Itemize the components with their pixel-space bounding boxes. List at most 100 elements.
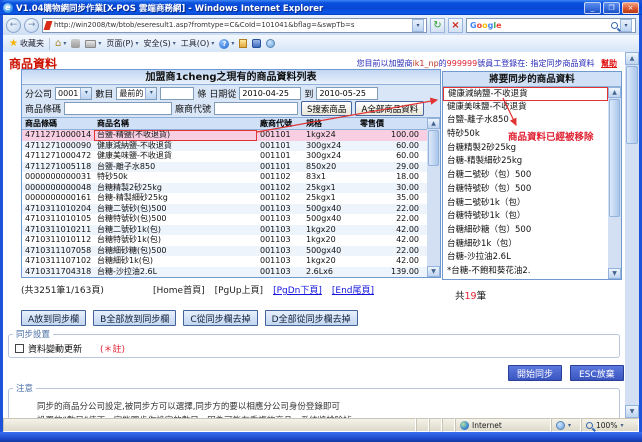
- date-from-input[interactable]: [239, 87, 301, 100]
- table-scrollbar[interactable]: ▲ ▼: [427, 118, 440, 277]
- table-row[interactable]: 4710311010105台糖特號砂(包)500001103500gx4022.…: [22, 214, 427, 225]
- table-row[interactable]: 4710311010204台糖二號砂(包)500001103500gx4022.…: [22, 204, 427, 215]
- menu-security[interactable]: 安全(S)▾: [143, 38, 175, 49]
- feed-icon[interactable]: [71, 39, 80, 48]
- barcode-input[interactable]: [64, 102, 172, 115]
- add-to-sync-button[interactable]: A放到同步欄: [21, 310, 86, 326]
- sync-list-item[interactable]: 台鹽-離子水850: [443, 114, 608, 128]
- table-row[interactable]: 4711271000090健康減納鹽-不收退貨001101300gx2460.0…: [22, 141, 427, 152]
- scroll-down-icon[interactable]: ▼: [608, 268, 621, 279]
- table-row[interactable]: 0000000000031特砂50k00110283x118.00: [22, 172, 427, 183]
- sync-list-item[interactable]: 健康減納鹽-不收退貨: [443, 87, 608, 101]
- sync-list-item[interactable]: 台糖二號砂1k（包）: [443, 197, 608, 211]
- address-field[interactable]: http://win2008/tw/btob/eseresult1.asp?fr…: [42, 18, 427, 33]
- next-page-link[interactable]: [PgDn下頁]: [273, 283, 322, 296]
- scroll-thumb[interactable]: [626, 66, 638, 144]
- date-to-input[interactable]: [316, 87, 378, 100]
- sync-list-item[interactable]: 台糖細砂1k（包）: [443, 238, 608, 252]
- minimize-button[interactable]: _: [584, 2, 601, 14]
- table-cell: 22.00: [357, 246, 427, 257]
- maximize-button[interactable]: ❐: [603, 2, 620, 14]
- table-cell: 001103: [257, 256, 303, 267]
- search-product-button[interactable]: S搜索商品: [301, 101, 352, 116]
- home-button[interactable]: ⌂▾: [55, 38, 66, 49]
- last-page-link[interactable]: [End尾頁]: [332, 283, 374, 296]
- table-row[interactable]: 4711271005118台鹽-離子水850001101850x2029.00: [22, 162, 427, 173]
- table-row[interactable]: 4710311107058台糖細砂糖(包)500001103500gx4022.…: [22, 246, 427, 257]
- scroll-down-icon[interactable]: ▼: [625, 405, 639, 418]
- back-button[interactable]: ←: [6, 18, 21, 33]
- table-cell: 台糖特號砂(包)500: [94, 214, 257, 225]
- add-all-to-sync-button[interactable]: B全部放到同步欄: [93, 310, 176, 326]
- status-bar: Internet ▾ 100% ▾: [3, 418, 639, 432]
- help-button[interactable]: ?▾: [219, 39, 234, 49]
- sync-list-item[interactable]: 台糖特號砂（包）500: [443, 183, 608, 197]
- table-cell: 42.00: [357, 235, 427, 246]
- sync-list-item[interactable]: 台糖特號砂1k（包）: [443, 210, 608, 224]
- table-cell: 500gx40: [303, 204, 357, 215]
- research-icon[interactable]: [266, 39, 275, 48]
- table-row[interactable]: 0000000000048台糖精製2砂25kg00110225kgx130.00: [22, 183, 427, 194]
- data-change-checkbox[interactable]: [15, 344, 24, 353]
- table-row[interactable]: 4710311010211台糖二號砂1k(包)0011031kgx2042.00: [22, 225, 427, 236]
- sync-list-scrollbar[interactable]: ▲ ▼: [608, 87, 621, 279]
- vendor-input[interactable]: [214, 102, 298, 115]
- count-input[interactable]: [160, 87, 194, 100]
- scroll-up-icon[interactable]: ▲: [625, 52, 639, 65]
- settings-note: (＊註): [100, 342, 125, 355]
- branch-select[interactable]: 0001▾: [55, 87, 92, 100]
- table-cell: 29.00: [357, 162, 427, 173]
- sync-list-item[interactable]: 台糖二號砂（包）500: [443, 169, 608, 183]
- sync-list-item[interactable]: 台糖細砂糖（包）500: [443, 224, 608, 238]
- search-dropdown-icon[interactable]: ▾: [620, 19, 632, 32]
- zoom-cell[interactable]: 100% ▾: [581, 418, 639, 432]
- start-sync-button[interactable]: 開始同步: [508, 365, 562, 381]
- favorites-button[interactable]: ★ 收藏夹: [9, 38, 44, 49]
- forward-button[interactable]: →: [24, 18, 39, 33]
- addon-icon[interactable]: [252, 39, 261, 48]
- table-row[interactable]: 4711271000472健康美味鹽-不收退貨001101300gx2460.0…: [22, 151, 427, 162]
- stop-button[interactable]: ×: [448, 18, 463, 33]
- window-scrollbar[interactable]: ▲ ▼: [625, 52, 639, 418]
- table-cell: 18.00: [357, 172, 427, 183]
- cancel-button[interactable]: ESC放棄: [570, 365, 624, 381]
- protected-mode-cell[interactable]: ▾: [551, 418, 581, 432]
- menu-tools[interactable]: 工具(O)▾: [181, 38, 215, 49]
- scroll-down-icon[interactable]: ▼: [427, 266, 440, 277]
- ie-icon: e: [3, 3, 13, 13]
- scroll-thumb[interactable]: [428, 130, 439, 166]
- table-row[interactable]: 0000000000161台糖-精製細砂25kg00110225kgx135.0…: [22, 193, 427, 204]
- product-table: 商品條碼商品名稱廠商代號規格零售價 4711271000014台鹽-精鹽(不收退…: [22, 118, 427, 277]
- sync-list[interactable]: ▲ ▼ 健康減納鹽-不收退貨健康美味鹽-不收退貨台鹽-離子水850特砂50k台糖…: [443, 87, 621, 279]
- messenger-icon[interactable]: [239, 39, 247, 48]
- table-row[interactable]: 4710311010112台糖特號砂1k(包)0011031kgx2042.00: [22, 235, 427, 246]
- browser-window: e V1.04購物網同步作業[X-POS 雲端商務網] - Windows In…: [0, 0, 642, 442]
- scroll-up-icon[interactable]: ▲: [608, 87, 621, 98]
- table-row[interactable]: 4711271000014台鹽-精鹽(不收退貨)0011011kgx24100.…: [22, 130, 427, 141]
- all-products-button[interactable]: A全部商品資料: [355, 101, 424, 116]
- table-row[interactable]: 4710311107102台糖細砂1k(包)0011031kgx2042.00: [22, 256, 427, 267]
- table-row[interactable]: 4710311704318台糖-沙拉油2.6L0011032.6Lx6139.0…: [22, 267, 427, 278]
- count-select[interactable]: 最前的▾: [116, 87, 157, 100]
- remove-from-sync-button[interactable]: C從同步欄去掉: [183, 310, 257, 326]
- sync-list-item[interactable]: 台糖-精製細砂25kg: [443, 155, 608, 169]
- sync-list-item[interactable]: *台糖-不飽和葵花油2.: [443, 265, 608, 279]
- sync-list-item[interactable]: 台糖-沙拉油2.6L: [443, 251, 608, 265]
- scroll-thumb[interactable]: [609, 99, 620, 217]
- print-button[interactable]: ▾: [85, 40, 101, 48]
- search-icon[interactable]: [611, 22, 618, 29]
- sync-list-item[interactable]: 台糖精製2砂25kg: [443, 142, 608, 156]
- barcode-label: 商品條碼: [25, 102, 61, 115]
- sync-list-item[interactable]: 健康美味鹽-不收退貨: [443, 101, 608, 115]
- scroll-up-icon[interactable]: ▲: [427, 118, 440, 129]
- help-link[interactable]: 幫助: [601, 59, 617, 68]
- close-button[interactable]: ×: [622, 2, 639, 14]
- prev-page-button[interactable]: [PgUp上頁]: [215, 283, 263, 296]
- address-dropdown-icon[interactable]: ▾: [412, 19, 424, 32]
- search-box[interactable]: Google ▾: [466, 18, 636, 33]
- refresh-button[interactable]: ↻: [430, 18, 445, 33]
- remove-all-from-sync-button[interactable]: D全部從同步欄去掉: [265, 310, 358, 326]
- menu-page[interactable]: 页面(P)▾: [106, 38, 138, 49]
- home-page-button[interactable]: [Home首頁]: [153, 283, 205, 296]
- chevron-down-icon: ▾: [145, 88, 156, 99]
